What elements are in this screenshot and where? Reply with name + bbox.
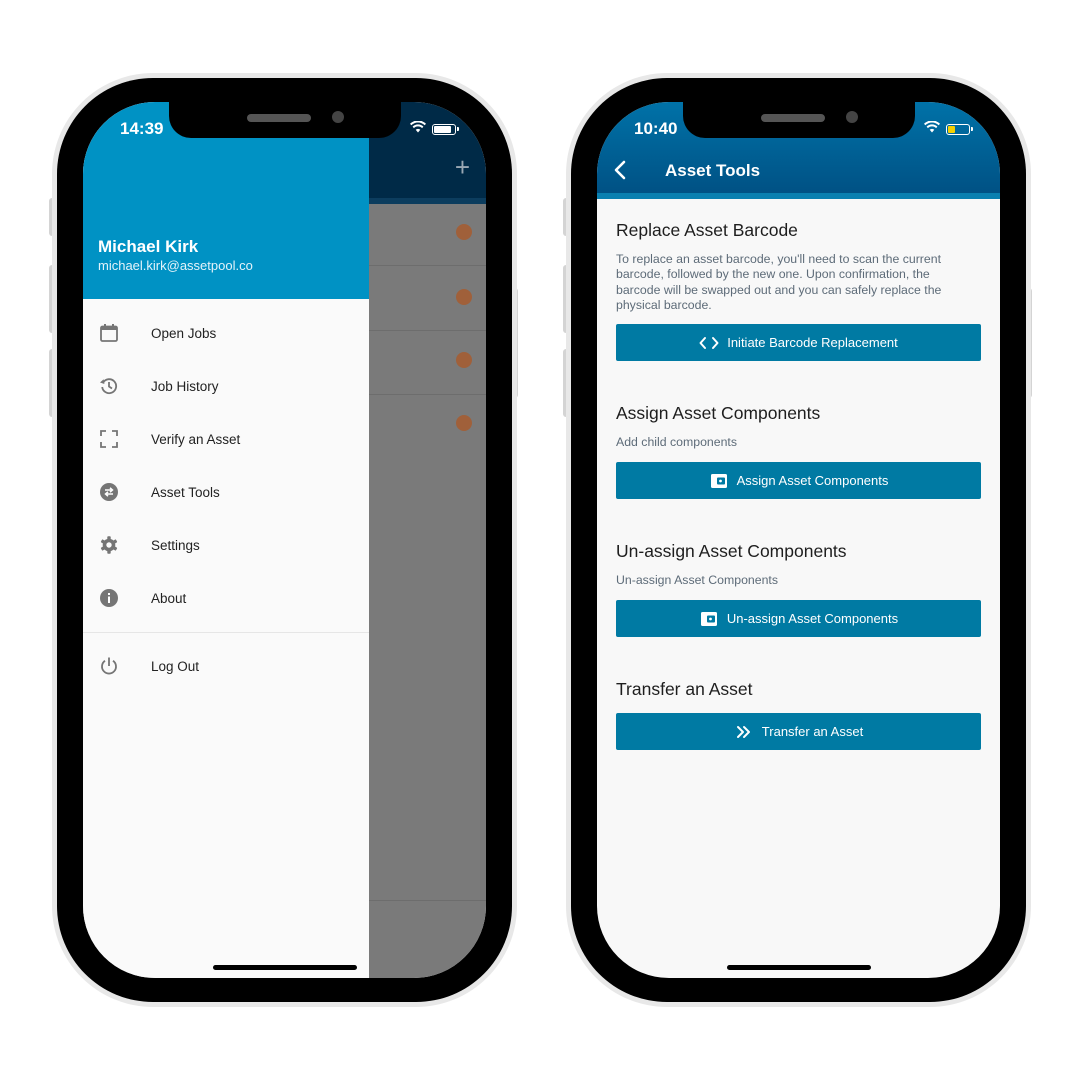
header-divider [597, 193, 1000, 199]
timer-icon [456, 415, 472, 431]
home-indicator[interactable] [212, 965, 357, 970]
left-screen: + 14:39 Michael Kirk michael.kirk@assetp… [83, 102, 486, 978]
volume-up-button [49, 265, 55, 333]
timer-icon [456, 352, 472, 368]
plus-icon[interactable]: + [455, 154, 470, 180]
menu-item-open-jobs[interactable]: Open Jobs [83, 307, 369, 359]
section-description: Add child components [616, 435, 737, 449]
menu-label: Settings [151, 537, 200, 553]
menu-item-settings[interactable]: Settings [83, 519, 369, 571]
section-title: Assign Asset Components [616, 403, 821, 423]
transfer-asset-button[interactable]: Transfer an Asset [616, 713, 981, 750]
wifi-icon [410, 120, 426, 138]
silent-switch [49, 198, 55, 236]
timer-icon [456, 224, 472, 240]
history-icon [99, 376, 119, 396]
menu-label: Job History [151, 378, 219, 394]
button-label: Initiate Barcode Replacement [727, 335, 898, 350]
initiate-barcode-replacement-button[interactable]: Initiate Barcode Replacement [616, 324, 981, 361]
calendar-icon [99, 323, 119, 343]
menu-label: About [151, 590, 187, 606]
right-screen: 10:40 Asset Tools Replace Asset Barcode … [597, 102, 1000, 978]
wifi-icon [924, 120, 940, 138]
wallet-icon [709, 471, 729, 491]
page-title: Asset Tools [665, 161, 761, 180]
menu-item-job-history[interactable]: Job History [83, 360, 369, 412]
button-label: Assign Asset Components [736, 473, 889, 488]
silent-switch [563, 198, 569, 236]
info-icon [99, 588, 119, 608]
menu-item-asset-tools[interactable]: Asset Tools [83, 466, 369, 518]
status-icons [410, 120, 459, 138]
navigation-drawer: Michael Kirk michael.kirk@assetpool.co O… [83, 102, 369, 978]
menu-label: Open Jobs [151, 325, 217, 341]
notch [169, 102, 401, 138]
speaker [247, 114, 311, 122]
notch [683, 102, 915, 138]
wallet-icon [699, 609, 719, 629]
back-button[interactable] [609, 158, 633, 182]
status-time: 10:40 [634, 119, 678, 138]
timer-icon [456, 289, 472, 305]
gear-icon [99, 535, 119, 555]
power-icon [99, 656, 119, 676]
section-title: Transfer an Asset [616, 679, 753, 699]
assign-asset-components-button[interactable]: Assign Asset Components [616, 462, 981, 499]
menu-divider [83, 632, 369, 633]
menu-item-log-out[interactable]: Log Out [83, 640, 369, 692]
volume-down-button [563, 349, 569, 417]
menu-label: Verify an Asset [151, 431, 241, 447]
button-label: Un-assign Asset Components [726, 611, 899, 626]
menu-label: Asset Tools [151, 484, 220, 500]
volume-up-button [563, 265, 569, 333]
menu-label: Log Out [151, 658, 200, 674]
status-icons [924, 120, 973, 138]
front-camera [846, 111, 858, 123]
swap-circle-icon [99, 482, 119, 502]
button-label: Transfer an Asset [761, 724, 864, 739]
power-button [512, 288, 518, 398]
user-name: Michael Kirk [98, 237, 199, 256]
user-email: michael.kirk@assetpool.co [98, 258, 253, 273]
unassign-asset-components-button[interactable]: Un-assign Asset Components [616, 600, 981, 637]
battery-icon [432, 123, 459, 135]
power-button [1026, 288, 1032, 398]
section-title: Replace Asset Barcode [616, 220, 798, 240]
code-brackets-icon [699, 333, 719, 353]
status-time: 14:39 [120, 119, 164, 138]
home-indicator[interactable] [726, 965, 871, 970]
double-chevron-right-icon [734, 722, 754, 742]
menu-item-verify-asset[interactable]: Verify an Asset [83, 413, 369, 465]
volume-down-button [49, 349, 55, 417]
front-camera [332, 111, 344, 123]
speaker [761, 114, 825, 122]
section-description: Un-assign Asset Components [616, 573, 778, 587]
chevron-left-icon [609, 160, 633, 186]
scan-frame-icon [99, 429, 119, 449]
battery-low-icon [946, 123, 973, 135]
section-title: Un-assign Asset Components [616, 541, 847, 561]
section-description: To replace an asset barcode, you'll need… [616, 252, 942, 312]
menu-item-about[interactable]: About [83, 572, 369, 624]
